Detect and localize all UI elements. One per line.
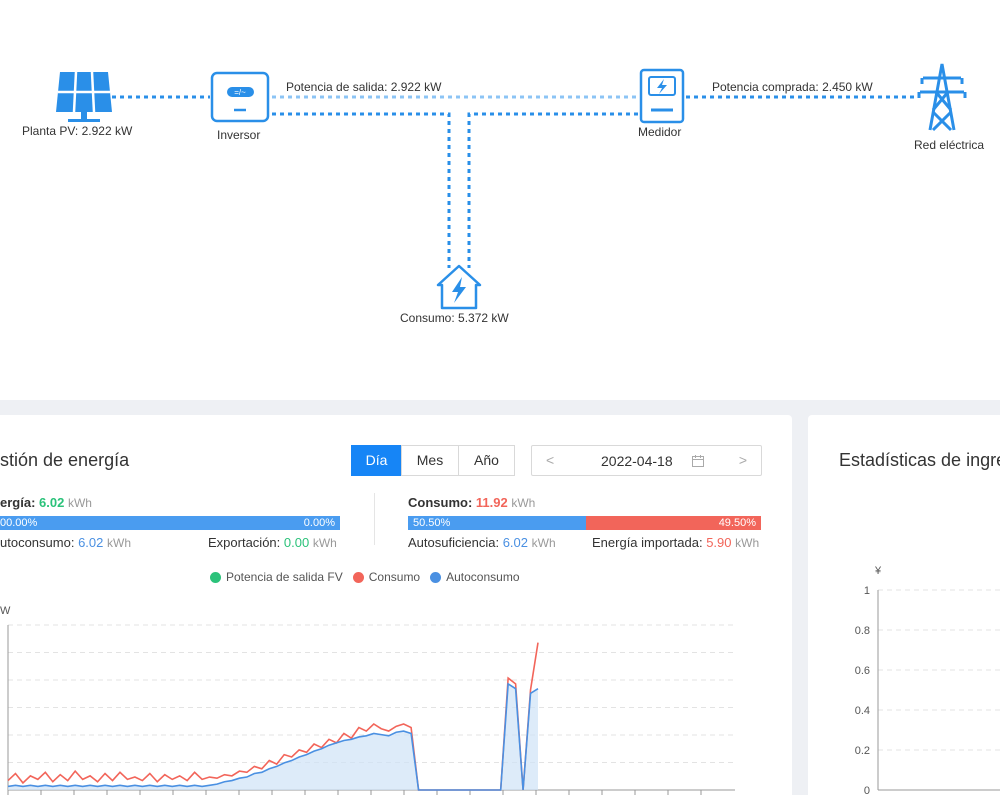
self-use-area (8, 683, 538, 790)
inverter-icon: =/~ (210, 71, 270, 123)
grid-tower-icon (917, 63, 967, 132)
output-power-label: Potencia de salida: 2.922 kW (286, 80, 442, 94)
flow-line-meter-home (467, 112, 638, 268)
income-stats-card: Estadísticas de ingre ¥ 0 0.2 0.4 0.6 0.8 1 (808, 415, 1000, 795)
purchased-power-label: Potencia comprada: 2.450 kW (712, 80, 873, 94)
income-y-tick-label: 0 (864, 785, 870, 795)
consumption-label: Consumo: 5.372 kW (400, 311, 509, 325)
grid-label: Red eléctrica (914, 138, 985, 152)
inverter-label: Inversor (217, 128, 261, 142)
income-y-tick-label: 0.2 (855, 745, 870, 757)
income-y-tick-label: 1 (864, 585, 870, 597)
meter-icon (639, 68, 685, 124)
income-y-tick-label: 0.4 (855, 705, 870, 717)
income-bar-chart: ¥ 0 0.2 0.4 0.6 0.8 1 (855, 565, 1000, 795)
energy-flow-panel: =/~ Planta PV: 2.922 kW Inversor Potenci… (0, 0, 1000, 400)
power-line-chart: W (0, 605, 735, 795)
home-consumption-icon (436, 264, 482, 310)
energy-flow-diagram: =/~ (56, 63, 967, 310)
pv-plant-label: Planta PV: 2.922 kW (22, 124, 133, 138)
energy-management-card: stión de energía Día Mes Año < 2022-04-1… (0, 415, 792, 795)
income-y-unit: ¥ (874, 565, 882, 577)
y-axis-unit: W (0, 605, 11, 617)
meter-label: Medidor (638, 125, 682, 139)
solar-panel-icon (56, 71, 112, 122)
income-y-tick-label: 0.8 (855, 625, 870, 637)
flow-line-inverter-home (272, 112, 451, 268)
income-y-tick-label: 0.6 (855, 665, 870, 677)
svg-text:=/~: =/~ (234, 88, 246, 97)
